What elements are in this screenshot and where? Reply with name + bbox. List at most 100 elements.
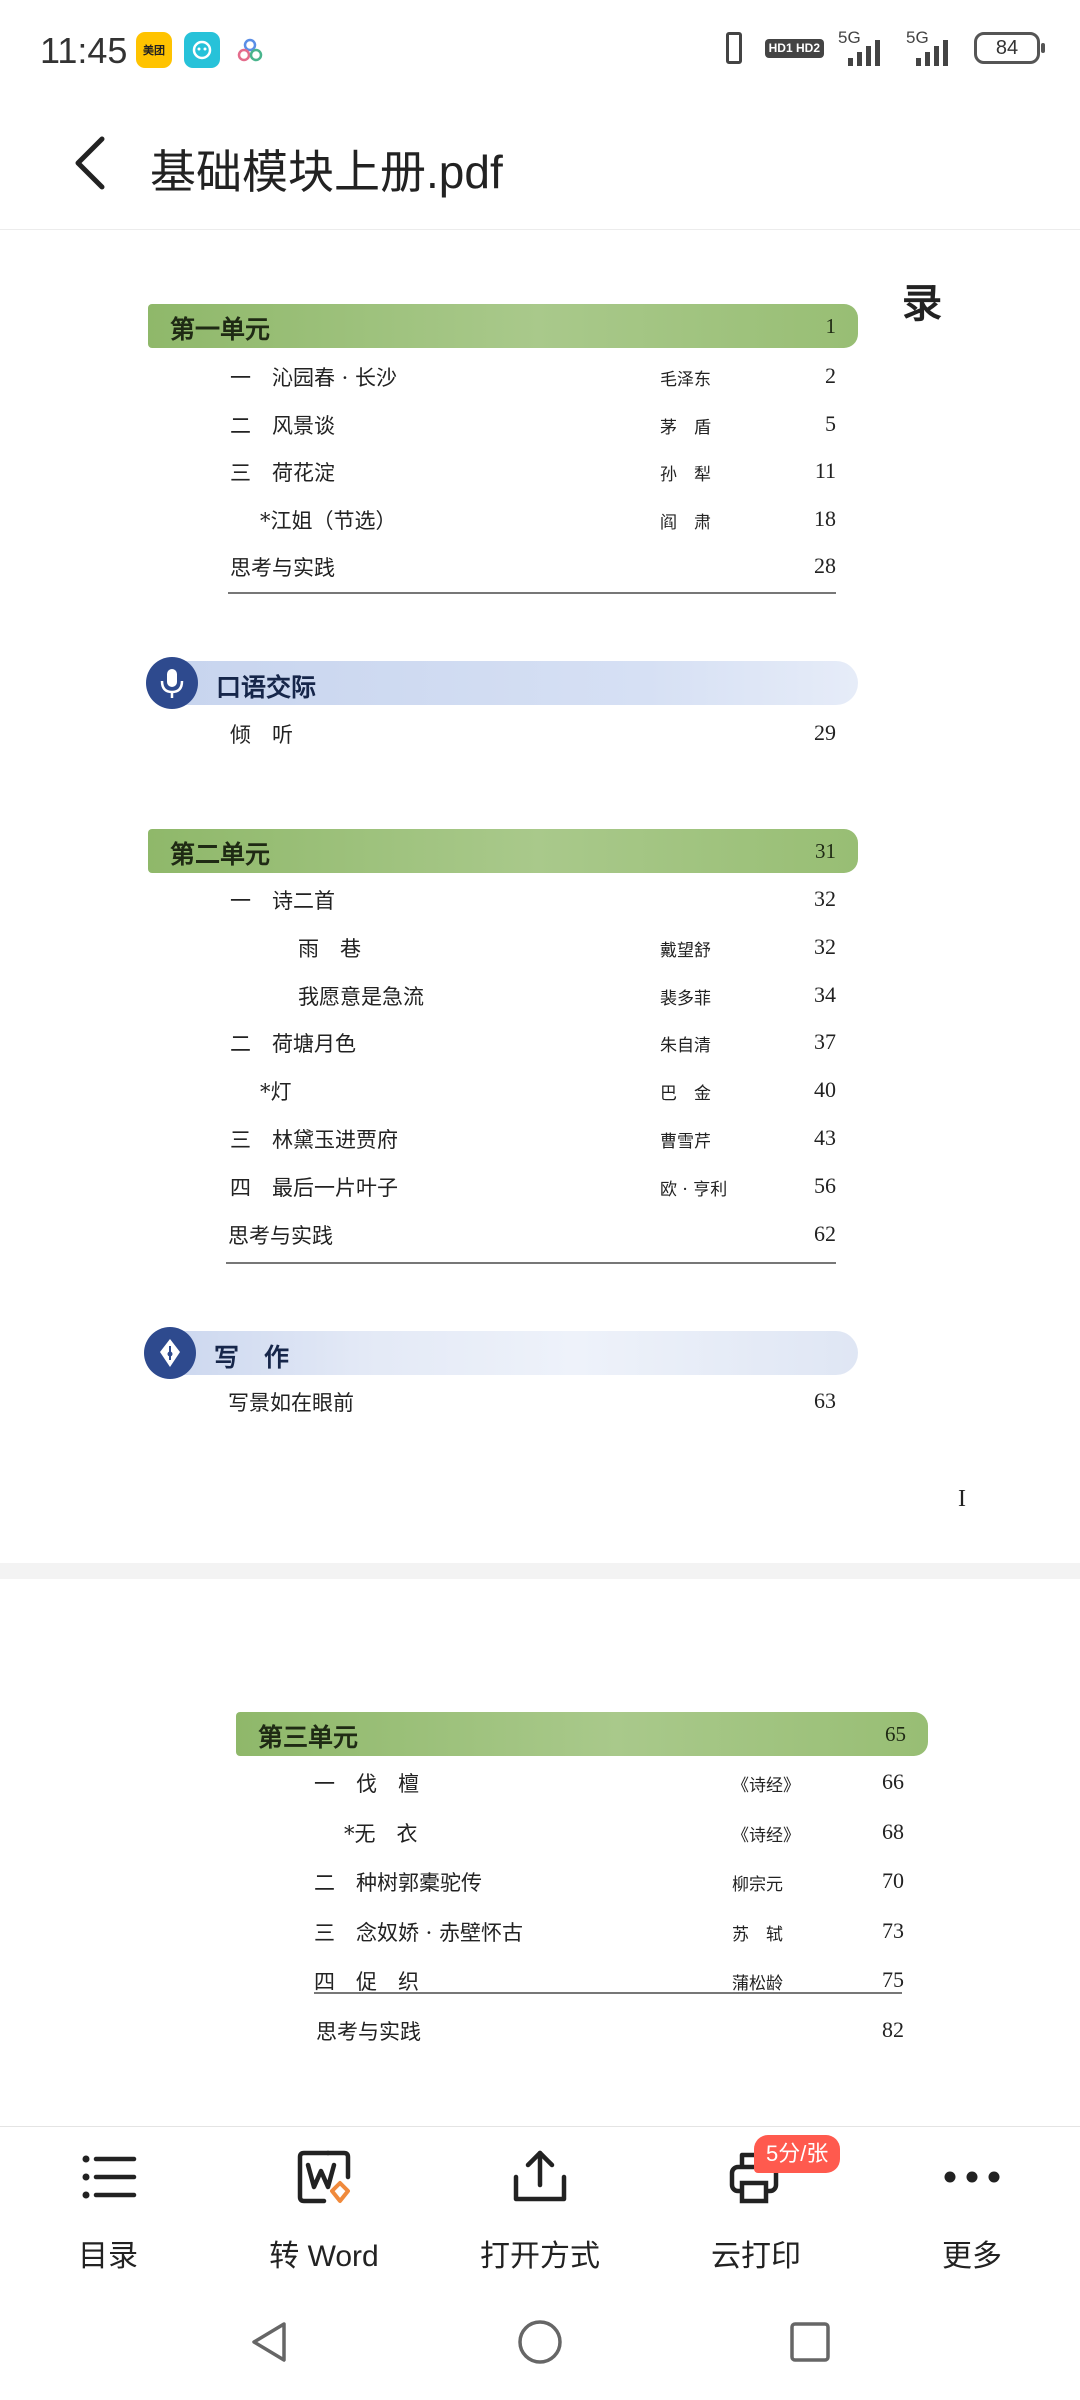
section-title: 写 作: [214, 1343, 290, 1372]
toc-entry-title: 一 沁园春 · 长沙: [230, 366, 398, 390]
toc-entry-title: *灯: [260, 1080, 292, 1105]
more-label: 更多: [942, 2240, 1002, 2273]
notification-icons: 美团: [136, 32, 268, 68]
toc-entry[interactable]: 二 种树郭橐驼传 柳宗元 70: [0, 1867, 1080, 1901]
cloud-print-label: 云打印: [711, 2240, 801, 2273]
chat-app-icon: [184, 32, 220, 68]
toc-entry-page: 82: [882, 2016, 904, 2042]
toc-entry[interactable]: *灯 巴 金 40: [0, 1076, 1080, 1110]
toc-entry-author: 欧 · 亨利: [660, 1179, 728, 1200]
unit-title: 第一单元: [170, 315, 271, 344]
toc-entry-page: 2: [825, 363, 836, 388]
toc-entry[interactable]: 三 林黛玉进贾府 曹雪芹 43: [0, 1124, 1080, 1158]
word-convert-icon: [297, 2150, 351, 2204]
toc-entry[interactable]: *江姐（节选） 阎 肃 18: [0, 505, 1080, 539]
pdf-page-2: 第三单元 65 一 伐 檀《诗经》 66 *无 衣《诗经》 68 二 种树郭橐驼传 柳宗元…: [0, 1579, 1080, 2126]
nav-back-button[interactable]: [238, 2312, 298, 2372]
unit-page-number: 1: [825, 314, 837, 338]
signal-icon-sim2: 5G: [906, 28, 960, 68]
toc-entry-title: 三 荷花淀: [230, 461, 335, 485]
home-circle-icon: [518, 2320, 562, 2364]
toc-entry-title: 写景如在眼前: [228, 1391, 354, 1415]
toc-entry-page: 70: [882, 1868, 904, 1893]
cloud-app-icon: [232, 32, 268, 68]
unit-page-number: 31: [815, 839, 836, 863]
toc-entry-page: 11: [814, 458, 836, 483]
convert-word-button[interactable]: 转 Word: [216, 2127, 432, 2291]
toc-entry-title: 我愿意是急流: [298, 984, 424, 1009]
pdf-page-1: 录 第一单元 1 一 沁园春 · 长沙 毛泽东 2 二 风景谈 茅 盾 5 三 荷花淀 孙 犁…: [0, 231, 1080, 1563]
toc-entry[interactable]: 写景如在眼前 63: [0, 1387, 1080, 1421]
toc-entry-page: 37: [814, 1029, 836, 1055]
toc-entry[interactable]: 一 伐 檀 《诗经》 66: [0, 1768, 1080, 1802]
toc-entry[interactable]: 四 最后一片叶子 欧 · 亨利 56: [0, 1172, 1080, 1206]
toc-entry[interactable]: 雨 巷 戴望舒 32: [0, 933, 1080, 967]
unit-title: 第二单元: [170, 840, 271, 869]
system-nav-bar: [0, 2290, 1080, 2400]
unit-banner-2: 第二单元 31: [148, 829, 858, 873]
toc-entry-title: 一 诗二首: [230, 889, 335, 913]
toc-entry-title: 倾 听: [230, 723, 293, 747]
unit-banner-3: 第三单元 65: [236, 1712, 928, 1756]
toc-entry[interactable]: 三 荷花淀 孙 犁 11: [0, 457, 1080, 491]
toc-entry[interactable]: 倾 听 29: [0, 719, 1080, 753]
unit-banner-1: 第一单元 1: [148, 304, 858, 348]
toc-entry-author: 《诗经》: [732, 1776, 800, 1796]
toc-entry[interactable]: 四 促 织蒲松龄 75: [0, 1966, 1080, 2000]
open-with-button[interactable]: 打开方式: [432, 2127, 648, 2291]
toc-entry-page: 43: [814, 1125, 836, 1150]
microphone-icon: [146, 657, 198, 709]
page-number: I: [958, 1486, 966, 1512]
price-badge: 5分/张: [754, 2135, 841, 2173]
toc-entry-author: 巴 金: [660, 1084, 711, 1105]
signal-icon-sim1: 5G: [838, 28, 892, 68]
toc-button[interactable]: 目录: [0, 2127, 216, 2291]
toc-entry-page: 56: [814, 1172, 836, 1198]
status-bar: 11:45 美团 HD1 HD2 5G 5G 84: [0, 0, 1080, 100]
more-button[interactable]: 更多: [864, 2127, 1080, 2291]
toc-entry-title: 思考与实践: [230, 556, 335, 580]
toc-entry[interactable]: 三 念奴娇 · 赤壁怀古 苏 轼 73: [0, 1917, 1080, 1951]
toc-entry[interactable]: 我愿意是急流 裴多菲 34: [0, 981, 1080, 1015]
toc-entry-title: 四 最后一片叶子: [230, 1175, 398, 1200]
toc-entry-title: *江姐（节选）: [260, 508, 397, 533]
pdf-viewer[interactable]: 录 第一单元 1 一 沁园春 · 长沙 毛泽东 2 二 风景谈 茅 盾 5 三 荷花淀 孙 犁…: [0, 231, 1080, 2126]
toc-entry-author: 柳宗元: [732, 1875, 783, 1895]
toc-entry-title: 三 林黛玉进贾府: [230, 1128, 398, 1152]
toc-entry-title: 思考与实践: [316, 2019, 421, 2044]
status-time: 11:45: [40, 30, 128, 71]
toc-entry[interactable]: 二 荷塘月色 朱自清 37: [0, 1028, 1080, 1062]
section-banner-writing: 写 作: [144, 1327, 858, 1379]
toc-entry[interactable]: *无 衣 《诗经》 68: [0, 1818, 1080, 1852]
back-button[interactable]: [60, 128, 120, 198]
toc-entry-page: 28: [814, 553, 836, 578]
toc-entry-author: 《诗经》: [732, 1825, 800, 1846]
toc-entry[interactable]: 一 诗二首 32: [0, 885, 1080, 919]
toc-entry[interactable]: 思考与实践 82: [0, 2016, 1080, 2050]
toc-entry-author: 孙 犁: [660, 465, 711, 485]
toc-entry[interactable]: 思考与实践 62: [0, 1220, 1080, 1254]
toc-entry-author: 蒲松龄: [732, 1974, 783, 1994]
section-title: 口语交际: [216, 673, 317, 702]
unit-page-number: 65: [885, 1722, 906, 1746]
toc-entry-author: 曹雪芹: [660, 1132, 711, 1152]
nav-recents-button[interactable]: [780, 2312, 840, 2372]
toc-entry-author: 毛泽东: [660, 370, 711, 390]
toc-entry-title: 二 风景谈: [230, 413, 335, 438]
toc-entry[interactable]: 思考与实践 28: [0, 552, 1080, 586]
battery-icon: 84: [974, 32, 1045, 64]
toc-entry-page: 32: [814, 886, 836, 911]
toc-entry[interactable]: 一 沁园春 · 长沙 毛泽东 2: [0, 362, 1080, 396]
nav-home-button[interactable]: [510, 2312, 570, 2372]
title-bar: 基础模块上册.pdf: [0, 100, 1080, 230]
toc-entry-page: 34: [814, 981, 836, 1007]
toc-entry-page: 66: [882, 1769, 904, 1794]
toc-label: 目录: [78, 2240, 138, 2273]
divider-rule: [226, 1262, 836, 1264]
toc-entry-author: 阎 肃: [660, 512, 711, 533]
toc-entry[interactable]: 二 风景谈 茅 盾 5: [0, 410, 1080, 444]
toc-heading: 录: [902, 280, 942, 327]
toc-entry-author: 戴望舒: [660, 940, 711, 961]
back-arrow-icon: [75, 136, 105, 190]
toc-entry-title: 二 荷塘月色: [230, 1032, 356, 1057]
